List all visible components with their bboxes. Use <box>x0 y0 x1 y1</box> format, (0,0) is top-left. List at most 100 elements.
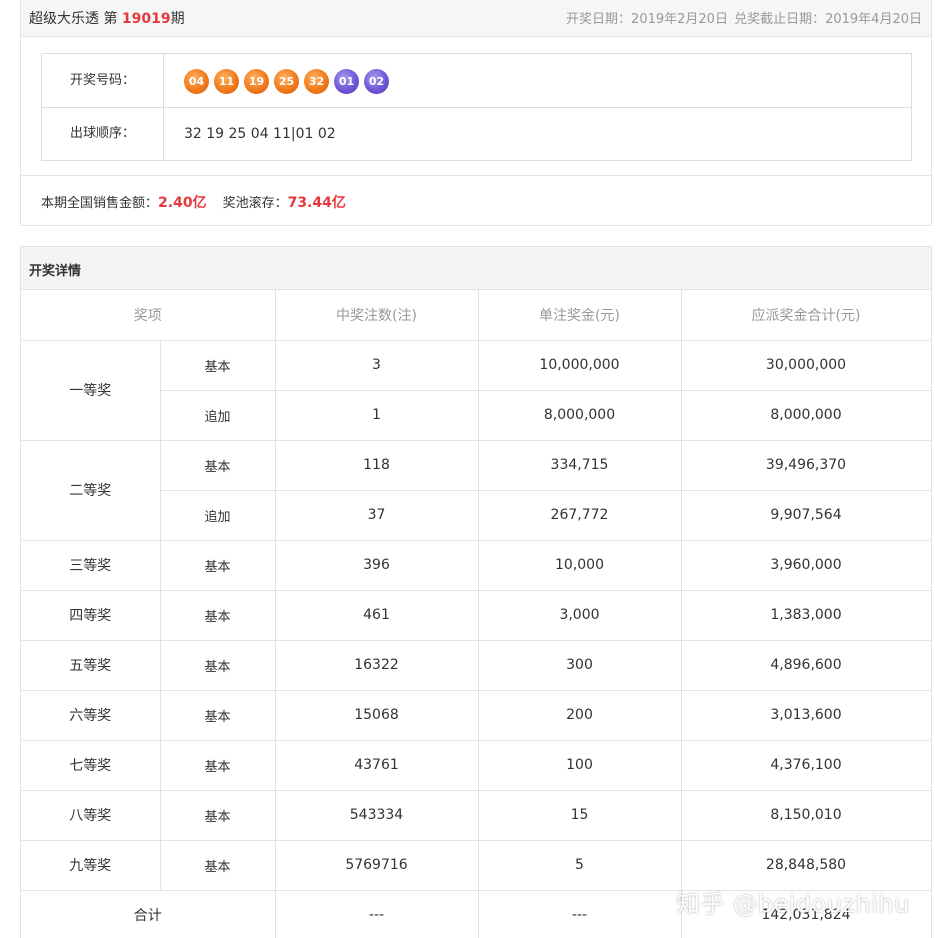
prize-details-header: 开奖详情 <box>21 247 931 290</box>
bet-type-cell: 追加 <box>160 389 276 441</box>
bet-type-cell: 追加 <box>160 489 276 541</box>
draw-order-label: 出球顺序： <box>42 108 164 160</box>
bet-type-cell: 基本 <box>159 839 276 891</box>
winner-count-cell: 3 <box>274 339 479 391</box>
issue-number: 19019 <box>121 11 171 27</box>
winner-count-cell: 5769716 <box>274 839 479 891</box>
table-row: 九等奖 基本 5769716 5 28,848,580 <box>21 839 932 891</box>
draw-order-row: 出球顺序： 32 19 25 04 11|01 02 <box>42 108 911 160</box>
winner-count-cell: 37 <box>274 489 479 541</box>
lottery-name: 超级大乐透 第 <box>29 11 122 27</box>
single-prize-cell: 300 <box>477 639 682 691</box>
winning-balls: 04 11 19 25 32 01 02 <box>184 69 394 94</box>
sales-text: 本期全国销售金额：2.40亿 奖池滚存：73.44亿 <box>41 192 346 212</box>
draw-date: 开奖日期：2019年2月20日 <box>566 12 728 27</box>
header-winner-count: 中奖注数(注) <box>274 290 479 341</box>
bet-type-cell: 基本 <box>159 789 276 841</box>
header-single-prize: 单注奖金(元) <box>477 290 682 341</box>
single-prize-cell: 5 <box>477 839 682 891</box>
watermark: 知乎 @beidouzhihu <box>676 890 910 918</box>
header-total-prize: 应派奖金合计(元) <box>680 290 932 341</box>
table-row: 三等奖 基本 396 10,000 3,960,000 <box>21 539 932 591</box>
total-prize-cell: 30,000,000 <box>680 339 932 391</box>
table-row: 一等奖 基本 3 10,000,000 30,000,000 <box>21 339 932 441</box>
single-prize-cell: 8,000,000 <box>477 389 682 441</box>
blue-ball: 01 <box>334 69 359 94</box>
total-prize-cell: 1,383,000 <box>680 589 932 641</box>
header-prize-level: 奖项 <box>21 290 276 341</box>
bet-type-cell: 基本 <box>159 739 276 791</box>
prize-level-cell: 一等奖 <box>21 339 161 441</box>
prize-level-cell: 九等奖 <box>21 839 161 891</box>
sales-summary: 本期全国销售金额：2.40亿 奖池滚存：73.44亿 <box>21 175 931 225</box>
bet-type-cell: 基本 <box>159 689 276 741</box>
prize-details-title: 开奖详情 <box>29 264 82 279</box>
single-prize-cell: 10,000 <box>477 539 682 591</box>
table-row: 二等奖 基本 118 334,715 39,496,370 <box>21 439 932 541</box>
bet-type-cell: 基本 <box>159 439 276 491</box>
pool-amount: 73.44亿 <box>287 195 346 211</box>
single-prize-cell: 100 <box>477 739 682 791</box>
issue-title: 超级大乐透 第 19019期 <box>29 8 185 28</box>
table-row: 五等奖 基本 16322 300 4,896,600 <box>21 639 932 691</box>
prize-table: 奖项 中奖注数(注) 单注奖金(元) 应派奖金合计(元) 一等奖 基本 3 10,00… <box>21 290 932 938</box>
single-prize-cell: 10,000,000 <box>477 339 682 391</box>
winner-count-cell: 543334 <box>274 789 479 841</box>
winner-count-cell: 15068 <box>274 689 479 741</box>
blue-ball: 02 <box>364 69 389 94</box>
total-prize-cell: 28,848,580 <box>680 839 932 891</box>
prize-level-cell: 五等奖 <box>21 639 161 691</box>
issue-suffix: 期 <box>170 11 185 27</box>
table-row: 四等奖 基本 461 3,000 1,383,000 <box>21 589 932 641</box>
winner-count-cell: 118 <box>274 439 479 491</box>
prize-level-cell: 四等奖 <box>21 589 161 641</box>
red-ball: 32 <box>304 69 329 94</box>
winner-count-cell: 1 <box>274 389 479 441</box>
single-prize-cell: 200 <box>477 689 682 741</box>
single-prize-cell: 15 <box>477 789 682 841</box>
draw-result-panel: 超级大乐透 第 19019期 开奖日期：2019年2月20日 兑奖截止日期：20… <box>20 0 932 226</box>
bet-type-cell: 基本 <box>159 589 276 641</box>
red-ball: 11 <box>214 69 239 94</box>
total-prize-cell: 3,013,600 <box>680 689 932 741</box>
prize-level-cell: 七等奖 <box>21 739 161 791</box>
winning-numbers-row: 开奖号码： 04 11 19 25 32 01 02 <box>42 54 911 108</box>
winner-count-cell: 461 <box>274 589 479 641</box>
bet-type-cell: 基本 <box>159 539 276 591</box>
table-row: 六等奖 基本 15068 200 3,013,600 <box>21 689 932 741</box>
single-prize-cell: 334,715 <box>477 439 682 491</box>
draw-numbers-box: 开奖号码： 04 11 19 25 32 01 02 出球顺序： 32 19 25 04 1… <box>41 53 912 161</box>
red-ball: 25 <box>274 69 299 94</box>
sales-amount: 2.40亿 <box>158 195 207 211</box>
total-prize-cell: 4,896,600 <box>680 639 932 691</box>
table-row: 七等奖 基本 43761 100 4,376,100 <box>21 739 932 791</box>
total-single-cell: --- <box>477 889 682 938</box>
single-prize-cell: 267,772 <box>477 489 682 541</box>
total-prize-cell: 4,376,100 <box>680 739 932 791</box>
draw-order-value: 32 19 25 04 11|01 02 <box>184 126 336 142</box>
prize-level-cell: 六等奖 <box>21 689 161 741</box>
total-count-cell: --- <box>274 889 479 938</box>
total-prize-cell: 8,000,000 <box>680 389 932 441</box>
prize-level-cell: 二等奖 <box>21 439 161 541</box>
sales-label: 本期全国销售金额： <box>41 196 159 211</box>
total-prize-cell: 3,960,000 <box>680 539 932 591</box>
draw-dates: 开奖日期：2019年2月20日 兑奖截止日期：2019年4月20日 <box>564 8 922 27</box>
prize-details-panel: 开奖详情 奖项 中奖注数(注) 单注奖金(元) 应派奖金合计(元) 一等奖 基本 3… <box>20 246 932 938</box>
redeem-deadline: 兑奖截止日期：2019年4月20日 <box>734 12 922 27</box>
total-prize-cell: 39,496,370 <box>680 439 932 491</box>
winner-count-cell: 396 <box>274 539 479 591</box>
red-ball: 04 <box>184 69 209 94</box>
total-prize-cell: 8,150,010 <box>680 789 932 841</box>
winning-numbers-label: 开奖号码： <box>42 54 164 107</box>
red-ball: 19 <box>244 69 269 94</box>
table-row: 八等奖 基本 543334 15 8,150,010 <box>21 789 932 841</box>
prize-level-cell: 三等奖 <box>21 539 161 591</box>
total-prize-cell: 9,907,564 <box>680 489 932 541</box>
bet-type-cell: 基本 <box>159 639 276 691</box>
draw-header-bar: 超级大乐透 第 19019期 开奖日期：2019年2月20日 兑奖截止日期：20… <box>21 0 931 37</box>
pool-label: 奖池滚存： <box>222 196 288 211</box>
prize-level-cell: 八等奖 <box>21 789 161 841</box>
total-label-cell: 合计 <box>21 889 276 938</box>
winner-count-cell: 43761 <box>274 739 479 791</box>
